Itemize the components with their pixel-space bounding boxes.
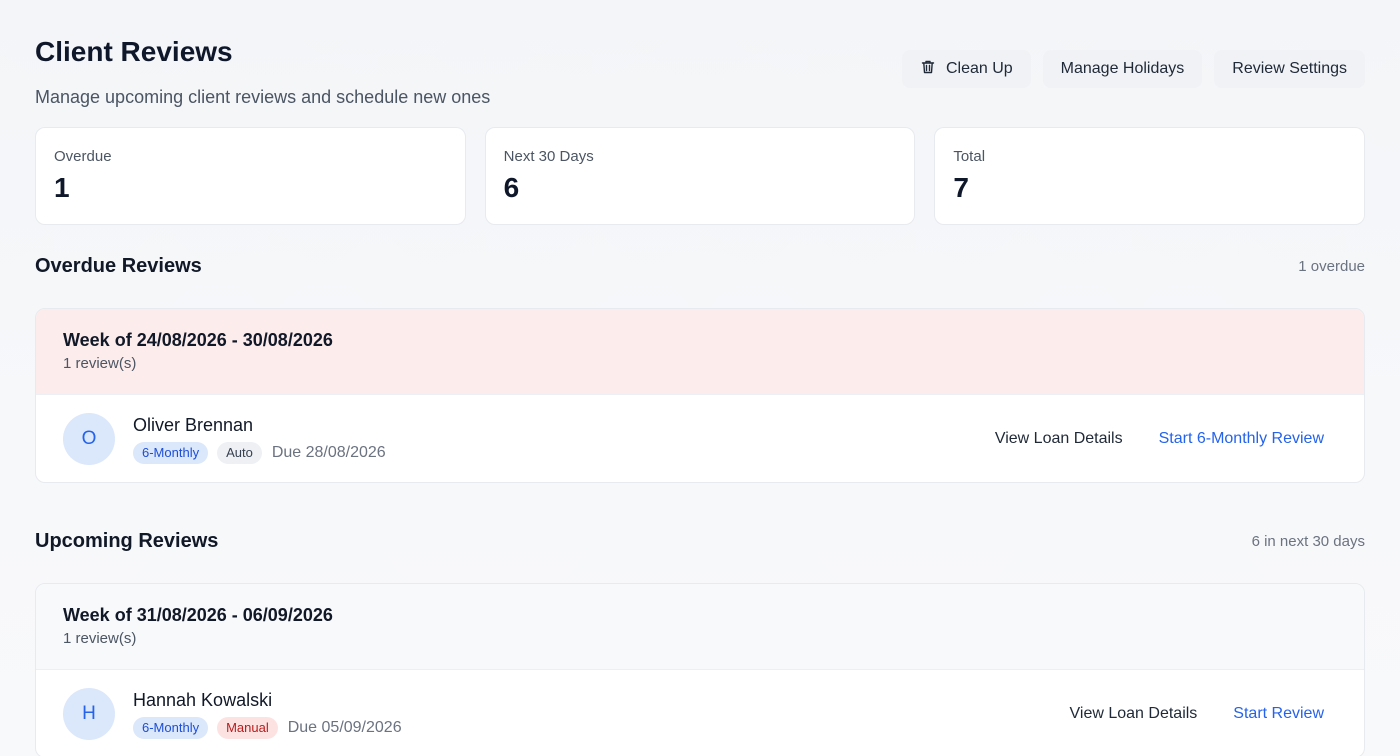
overdue-section-header: Overdue Reviews 1 overdue xyxy=(35,253,1365,279)
view-loan-details-button[interactable]: View Loan Details xyxy=(995,430,1123,448)
stat-label: Overdue xyxy=(54,148,112,165)
section-count: 6 in next 30 days xyxy=(1251,532,1365,550)
client-name: Hannah Kowalski xyxy=(133,689,273,710)
source-badge: Manual xyxy=(217,716,278,739)
review-count: 1 review(s) xyxy=(63,630,137,647)
stat-label: Next 30 Days xyxy=(503,148,594,165)
manage-holidays-button[interactable]: Manage Holidays xyxy=(1042,50,1203,88)
review-tags: 6-Monthly Auto Due 28/08/2026 xyxy=(133,441,386,464)
client-info: Oliver Brennan 6-Monthly Auto Due 28/08/… xyxy=(133,414,386,464)
view-loan-details-button[interactable]: View Loan Details xyxy=(1070,705,1198,723)
start-review-button[interactable]: Start Review xyxy=(1233,705,1324,723)
week-group-header: Week of 24/08/2026 - 30/08/2026 1 review… xyxy=(36,309,1364,395)
review-row: H Hannah Kowalski 6-Monthly Manual Due 0… xyxy=(36,670,1364,756)
week-group: Week of 24/08/2026 - 30/08/2026 1 review… xyxy=(35,308,1365,483)
week-range: Week of 31/08/2026 - 06/09/2026 xyxy=(63,605,333,625)
frequency-badge: 6-Monthly xyxy=(133,441,209,464)
section-title: Overdue Reviews xyxy=(35,254,202,277)
stat-value: 6 xyxy=(503,172,520,203)
start-review-button[interactable]: Start 6-Monthly Review xyxy=(1159,430,1324,448)
week-group: Week of 31/08/2026 - 06/09/2026 1 review… xyxy=(35,583,1365,756)
clean-up-button[interactable]: Clean Up xyxy=(901,50,1031,88)
section-title: Upcoming Reviews xyxy=(35,529,219,552)
stats-row: Overdue 1 Next 30 Days 6 Total 7 xyxy=(35,127,1366,225)
header-actions: Clean Up Manage Holidays Review Settings xyxy=(901,50,1365,88)
source-badge: Auto xyxy=(217,441,262,464)
review-settings-button[interactable]: Review Settings xyxy=(1214,50,1365,88)
clean-up-label: Clean Up xyxy=(945,60,1013,77)
upcoming-section-header: Upcoming Reviews 6 in next 30 days xyxy=(35,528,1365,554)
stat-card-overdue: Overdue 1 xyxy=(35,127,466,225)
due-date: Due 05/09/2026 xyxy=(287,718,402,736)
review-tags: 6-Monthly Manual Due 05/09/2026 xyxy=(133,716,402,739)
page-header: Client Reviews Manage upcoming client re… xyxy=(35,36,1365,107)
stat-card-total: Total 7 xyxy=(934,127,1366,225)
week-range: Week of 24/08/2026 - 30/08/2026 xyxy=(63,330,333,350)
review-row: O Oliver Brennan 6-Monthly Auto Due 28/0… xyxy=(36,395,1364,482)
trash-icon xyxy=(920,59,936,80)
row-actions: View Loan Details Start 6-Monthly Review xyxy=(995,430,1324,448)
due-date: Due 28/08/2026 xyxy=(271,443,386,461)
client-name: Oliver Brennan xyxy=(133,414,254,435)
avatar: O xyxy=(63,412,115,465)
avatar: H xyxy=(63,687,115,740)
review-count: 1 review(s) xyxy=(63,355,137,372)
stat-value: 1 xyxy=(54,172,70,203)
client-info: Hannah Kowalski 6-Monthly Manual Due 05/… xyxy=(133,689,402,739)
stat-card-next-30-days: Next 30 Days 6 xyxy=(484,127,916,225)
stat-value: 7 xyxy=(953,172,969,203)
frequency-badge: 6-Monthly xyxy=(133,716,209,739)
page-subtitle: Manage upcoming client reviews and sched… xyxy=(35,87,491,107)
row-actions: View Loan Details Start Review xyxy=(1070,705,1324,723)
section-count: 1 overdue xyxy=(1298,257,1365,275)
week-group-header: Week of 31/08/2026 - 06/09/2026 1 review… xyxy=(36,584,1364,670)
stat-label: Total xyxy=(953,148,986,165)
